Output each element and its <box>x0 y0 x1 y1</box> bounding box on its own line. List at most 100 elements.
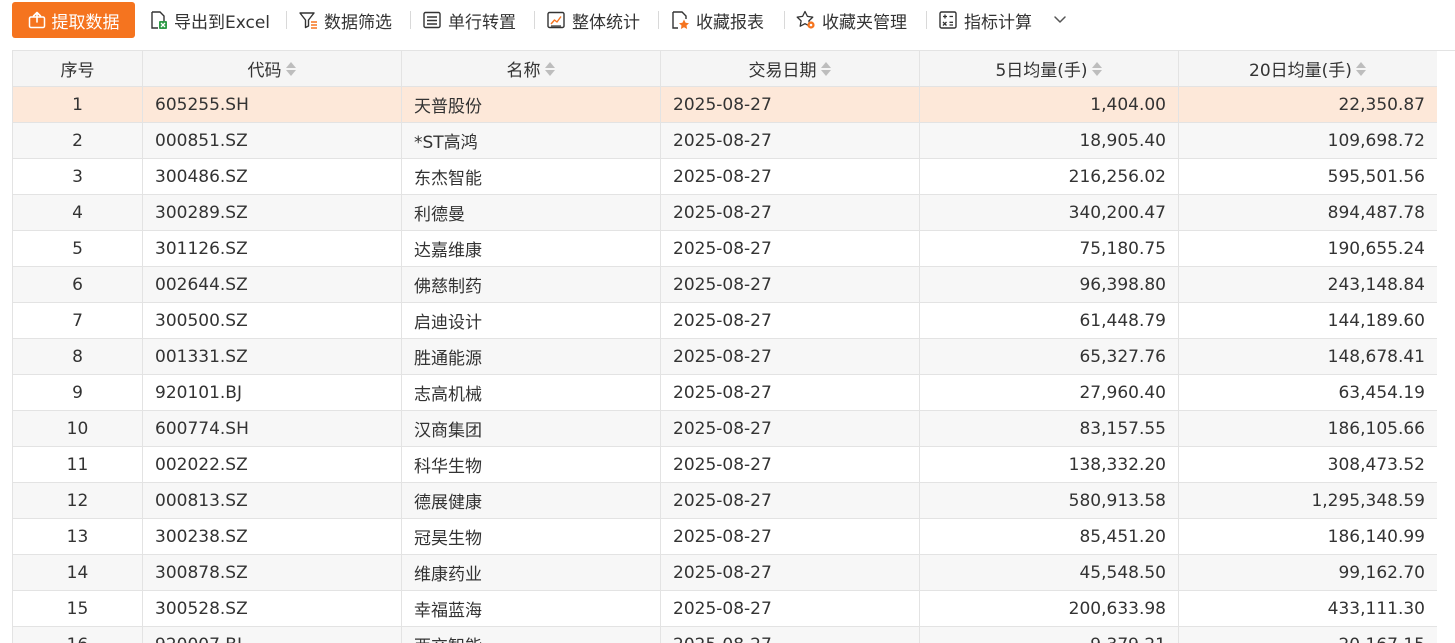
col-index-cell: 16 <box>13 627 143 643</box>
col-avg5-cell: 340,200.47 <box>920 195 1179 231</box>
sort-icon[interactable] <box>820 60 832 78</box>
sort-icon[interactable] <box>544 60 556 78</box>
col-avg5-cell: 96,398.80 <box>920 267 1179 303</box>
header-col-avg20[interactable]: 20日均量(手) <box>1179 51 1438 87</box>
col-name-cell: 德展健康 <box>402 483 661 519</box>
col-date-cell: 2025-08-27 <box>661 339 920 375</box>
favorites-manage-label: 收藏夹管理 <box>822 12 907 33</box>
col-name-cell: 启迪设计 <box>402 303 661 339</box>
data-filter-button[interactable]: 数据筛选 <box>298 6 392 34</box>
table-row[interactable]: 6 002644.SZ 佛慈制药 2025-08-27 96,398.80 243,148… <box>13 267 1455 303</box>
col-date-cell: 2025-08-27 <box>661 447 920 483</box>
row-transpose-button[interactable]: 单行转置 <box>422 6 516 34</box>
header-col-index[interactable]: 序号 <box>13 51 143 87</box>
col-avg5-cell: 18,905.40 <box>920 123 1179 159</box>
col-name-cell: 科华生物 <box>402 447 661 483</box>
table-row[interactable]: 15 300528.SZ 幸福蓝海 2025-08-27 200,633.98 433,1… <box>13 591 1455 627</box>
col-name-cell: 佛慈制药 <box>402 267 661 303</box>
table-row[interactable]: 2 000851.SZ *ST高鸿 2025-08-27 18,905.40 109,69… <box>13 123 1455 159</box>
toolbar-divider <box>410 11 411 29</box>
col-date-cell: 2025-08-27 <box>661 519 920 555</box>
table-row[interactable]: 12 000813.SZ 德展健康 2025-08-27 580,913.58 1,295… <box>13 483 1455 519</box>
header-col-name[interactable]: 名称 <box>402 51 661 87</box>
col-name-cell: 志高机械 <box>402 375 661 411</box>
col-avg20-cell: 243,148.84 <box>1179 267 1438 303</box>
col-date-cell: 2025-08-27 <box>661 231 920 267</box>
col-avg20-cell: 894,487.78 <box>1179 195 1438 231</box>
col-name-cell: 维康药业 <box>402 555 661 591</box>
col-avg20-cell: 1,295,348.59 <box>1179 483 1438 519</box>
col-index-cell: 4 <box>13 195 143 231</box>
table-row[interactable]: 4 300289.SZ 利德曼 2025-08-27 340,200.47 894,487… <box>13 195 1455 231</box>
favorites-manage-icon <box>796 10 815 29</box>
favorites-manage-button[interactable]: 收藏夹管理 <box>796 6 907 34</box>
col-code-cell: 300238.SZ <box>143 519 402 555</box>
col-code-cell: 300528.SZ <box>143 591 402 627</box>
table-row[interactable]: 8 001331.SZ 胜通能源 2025-08-27 65,327.76 148,678… <box>13 339 1455 375</box>
overall-statistics-button[interactable]: 整体统计 <box>546 6 640 34</box>
table-row[interactable]: 14 300878.SZ 维康药业 2025-08-27 45,548.50 99,162… <box>13 555 1455 591</box>
header-label: 名称 <box>506 61 541 81</box>
indicator-calc-button[interactable]: 指标计算 <box>938 6 1032 34</box>
chevron-down-icon[interactable] <box>1052 11 1068 27</box>
extract-data-label: 提取数据 <box>51 12 120 33</box>
col-index-cell: 1 <box>13 87 143 123</box>
col-name-cell: 天普股份 <box>402 87 661 123</box>
col-avg5-cell: 83,157.55 <box>920 411 1179 447</box>
favorite-report-label: 收藏报表 <box>696 12 764 33</box>
filter-icon <box>299 12 317 29</box>
table-row[interactable]: 3 300486.SZ 东杰智能 2025-08-27 216,256.02 595,50… <box>13 159 1455 195</box>
table-row[interactable]: 11 002022.SZ 科华生物 2025-08-27 138,332.20 308,4… <box>13 447 1455 483</box>
sort-icon[interactable] <box>1091 60 1103 78</box>
col-index-cell: 11 <box>13 447 143 483</box>
header-col-date[interactable]: 交易日期 <box>661 51 920 87</box>
export-excel-button[interactable]: 导出到Excel <box>148 6 270 34</box>
col-avg5-cell: 75,180.75 <box>920 231 1179 267</box>
sort-icon[interactable] <box>1355 60 1367 78</box>
col-code-cell: 300878.SZ <box>143 555 402 591</box>
col-avg20-cell: 20,167.15 <box>1179 627 1438 643</box>
col-index-cell: 2 <box>13 123 143 159</box>
excel-export-icon <box>151 11 167 29</box>
table-row[interactable]: 10 600774.SH 汉商集团 2025-08-27 83,157.55 186,10… <box>13 411 1455 447</box>
col-avg20-cell: 186,105.66 <box>1179 411 1438 447</box>
indicator-calc-label: 指标计算 <box>964 12 1032 33</box>
col-avg5-cell: 45,548.50 <box>920 555 1179 591</box>
col-code-cell: 605255.SH <box>143 87 402 123</box>
row-transpose-label: 单行转置 <box>448 12 516 33</box>
col-code-cell: 300486.SZ <box>143 159 402 195</box>
col-index-cell: 3 <box>13 159 143 195</box>
sort-icon[interactable] <box>285 60 297 78</box>
toolbar-divider <box>534 11 535 29</box>
col-name-cell: 利德曼 <box>402 195 661 231</box>
table-right-edge <box>1437 51 1455 643</box>
col-date-cell: 2025-08-27 <box>661 627 920 643</box>
table-row[interactable]: 7 300500.SZ 启迪设计 2025-08-27 61,448.79 144,189… <box>13 303 1455 339</box>
col-avg5-cell: 580,913.58 <box>920 483 1179 519</box>
col-index-cell: 10 <box>13 411 143 447</box>
table-row[interactable]: 16920007.BJ西交智能2025-08-279,379.2120,167.… <box>13 627 1455 643</box>
header-col-avg5[interactable]: 5日均量(手) <box>920 51 1179 87</box>
favorite-report-button[interactable]: 收藏报表 <box>670 6 764 34</box>
col-date-cell: 2025-08-27 <box>661 483 920 519</box>
extract-data-button[interactable]: 提取数据 <box>12 2 135 38</box>
col-index-cell: 6 <box>13 267 143 303</box>
col-name-cell: 冠昊生物 <box>402 519 661 555</box>
col-name-cell: 幸福蓝海 <box>402 591 661 627</box>
col-avg5-cell: 138,332.20 <box>920 447 1179 483</box>
col-avg20-cell: 308,473.52 <box>1179 447 1438 483</box>
col-avg5-cell: 1,404.00 <box>920 87 1179 123</box>
col-name-cell: 达嘉维康 <box>402 231 661 267</box>
col-date-cell: 2025-08-27 <box>661 411 920 447</box>
toolbar-divider <box>658 11 659 29</box>
col-avg5-cell: 9,379.21 <box>920 627 1179 643</box>
export-data-icon <box>28 11 45 29</box>
table-row[interactable]: 9 920101.BJ 志高机械 2025-08-27 27,960.40 63,454.… <box>13 375 1455 411</box>
table-row[interactable]: 13 300238.SZ 冠昊生物 2025-08-27 85,451.20 186,14… <box>13 519 1455 555</box>
table-row[interactable]: 1 605255.SH 天普股份 2025-08-27 1,404.00 22,350.8… <box>13 87 1455 123</box>
col-avg20-cell: 433,111.30 <box>1179 591 1438 627</box>
header-col-code[interactable]: 代码 <box>143 51 402 87</box>
header-label: 代码 <box>247 61 282 81</box>
col-name-cell: *ST高鸿 <box>402 123 661 159</box>
table-row[interactable]: 5 301126.SZ 达嘉维康 2025-08-27 75,180.75 190,655… <box>13 231 1455 267</box>
